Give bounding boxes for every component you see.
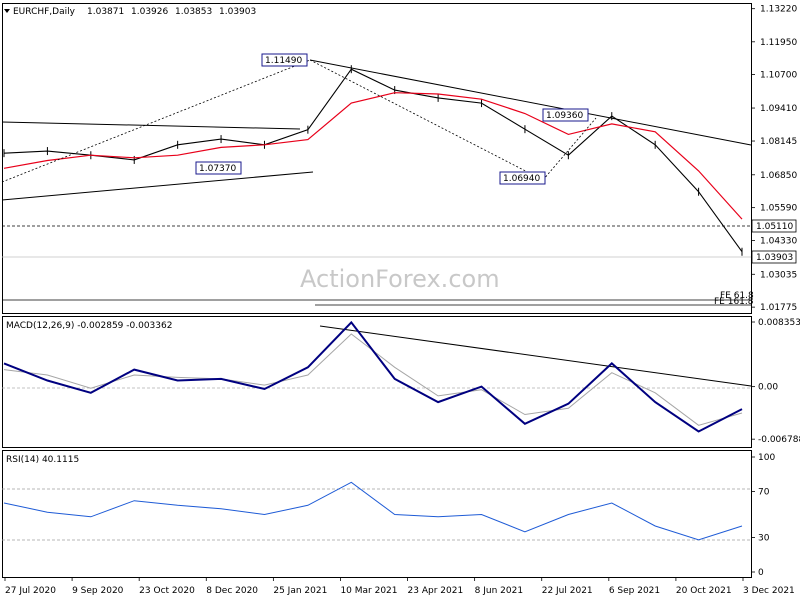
price-axis-label: 1.09410 [760,104,797,114]
x-axis-label: 23 Apr 2021 [408,586,464,596]
macd-axis-label: 0.008353 [758,318,800,328]
level-tag-105110-text: 1.05110 [756,222,793,232]
x-axis: 27 Jul 2020 9 Sep 2020 23 Oct 2020 8 Dec 20… [4,577,795,596]
callout-109360: 1.09360 [546,111,583,121]
x-axis-label: 3 Dec 2021 [743,586,795,596]
callout-107370: 1.07370 [199,164,236,174]
x-axis-label: 23 Oct 2020 [139,586,195,596]
price-axis-label: 1.08145 [760,137,797,147]
watermark: ActionForex.com [300,265,500,293]
rsi-axis-label: 100 [758,453,775,463]
price-axis-label: 1.01775 [760,303,797,313]
symbol-label: EURCHF,Daily [13,7,76,17]
price-axis-label: 1.05590 [760,204,797,214]
current-price-tag-text: 1.03903 [756,253,793,263]
rsi-title: RSI(14) 40.1115 [6,455,79,465]
ohlc-high: 1.03926 [131,7,168,17]
price-axis-label: 1.13220 [760,5,797,15]
callout-111490: 1.11490 [265,56,302,66]
x-axis-label: 25 Jan 2021 [273,586,327,596]
rsi-axis-label: 0 [758,568,764,578]
ohlc-close: 1.03903 [219,7,256,17]
macd-axis-label: -0.006788 [758,435,800,445]
macd-axis-label: 0.00 [758,383,778,393]
macd-title: MACD(12,26,9) -0.002859 -0.003362 [6,321,172,331]
price-axis-label: 1.03035 [760,270,797,280]
x-axis-label: 6 Sep 2021 [609,586,660,596]
x-axis-label: 10 Mar 2021 [340,586,397,596]
chart-header: EURCHF,Daily 1.03871 1.03926 1.03853 1.0… [4,7,256,17]
fe-1618-label: FE 161.8 [714,297,754,307]
price-axis-label: 1.04330 [760,237,797,247]
price-axis: 1.13220 1.11950 1.10700 1.09410 1.08145 1.068… [751,5,797,313]
chart-canvas: ActionForex.com EURCHF,Daily 1.03871 1.0… [1,3,800,596]
ohlc-open: 1.03871 [87,7,124,17]
macd-panel [2,316,752,448]
rsi-axis-label: 30 [758,534,770,544]
rsi-axis-label: 70 [758,488,770,498]
x-axis-label: 9 Sep 2020 [72,586,124,596]
price-axis-label: 1.11950 [760,38,797,48]
macd-axis: 0.008353 0.00 -0.006788 [751,318,800,445]
rsi-panel [2,450,752,578]
price-axis-label: 1.06850 [760,171,797,181]
x-axis-label: 27 Jul 2020 [5,586,56,596]
rsi-axis: 100 70 30 0 [751,453,775,578]
callout-106940: 1.06940 [503,174,540,184]
x-axis-label: 8 Jun 2021 [475,586,523,596]
x-axis-label: 8 Dec 2020 [206,586,258,596]
price-axis-label: 1.10700 [760,70,797,80]
x-axis-label: 20 Oct 2021 [676,586,732,596]
x-axis-label: 22 Jul 2021 [542,586,593,596]
ohlc-low: 1.03853 [175,7,212,17]
